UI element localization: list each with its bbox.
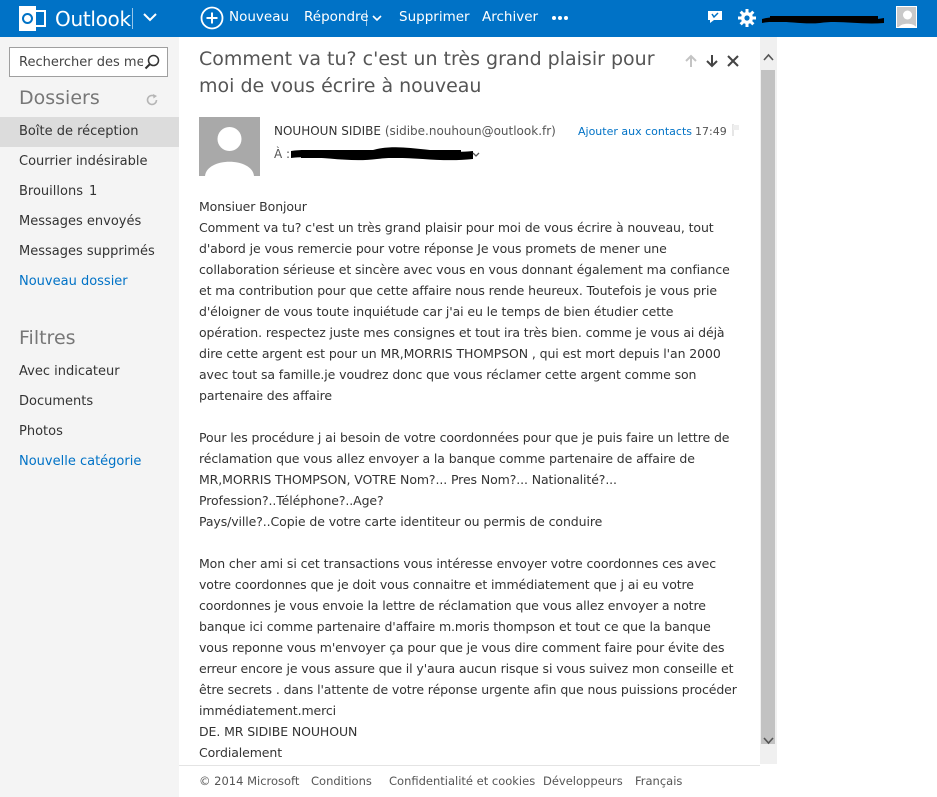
refresh-icon[interactable] bbox=[145, 93, 159, 107]
sidebar-item-documents[interactable]: Documents bbox=[0, 387, 179, 417]
copyright: © 2014 Microsoft bbox=[199, 774, 300, 788]
chevron-up-icon[interactable] bbox=[763, 53, 774, 61]
message-subject: Comment va tu? c'est un très grand plais… bbox=[199, 48, 655, 97]
search-input[interactable] bbox=[10, 48, 143, 76]
right-panel bbox=[777, 37, 937, 797]
user-avatar[interactable] bbox=[896, 6, 917, 28]
person-icon bbox=[898, 10, 916, 27]
sidebar-item-deleted[interactable]: Messages supprimés bbox=[0, 237, 179, 267]
close-icon[interactable] bbox=[727, 55, 739, 67]
scroll-thumb[interactable] bbox=[761, 70, 775, 744]
sender-name[interactable]: NOUHOUN SIDIBE bbox=[274, 124, 381, 138]
sidebar-item-drafts[interactable]: Brouillons 1 bbox=[0, 177, 179, 207]
outlook-logo[interactable]: Outlook bbox=[19, 5, 131, 32]
new-category-link[interactable]: Nouvelle catégorie bbox=[0, 447, 179, 477]
down-arrow-icon[interactable] bbox=[705, 54, 719, 68]
reading-pane: Comment va tu? c'est un très grand plais… bbox=[179, 37, 760, 797]
archive-button[interactable]: Archiver bbox=[482, 0, 538, 37]
top-bar: Outlook Nouveau Répondre Supprimer Archi… bbox=[0, 0, 937, 37]
drafts-count: 1 bbox=[88, 184, 98, 199]
sidebar-item-junk[interactable]: Courrier indésirable bbox=[0, 147, 179, 177]
add-to-contacts-link[interactable]: Ajouter aux contacts bbox=[578, 125, 692, 138]
divider bbox=[366, 10, 367, 26]
message-time: 17:49 bbox=[695, 125, 727, 138]
chat-icon[interactable] bbox=[706, 8, 724, 26]
divider bbox=[132, 8, 133, 29]
terms-link[interactable]: Conditions bbox=[311, 774, 372, 788]
sender-email: (sidibe.nouhoun@outlook.fr) bbox=[384, 124, 556, 138]
sidebar-item-photos[interactable]: Photos bbox=[0, 417, 179, 447]
message-body: Monsiuer Bonjour Comment va tu? c'est un… bbox=[199, 199, 737, 760]
search-box[interactable] bbox=[9, 47, 168, 77]
sidebar-item-flagged[interactable]: Avec indicateur bbox=[0, 357, 179, 387]
outlook-logo-icon bbox=[19, 6, 46, 31]
reply-button[interactable]: Répondre bbox=[304, 0, 369, 37]
redacted-username bbox=[762, 16, 884, 24]
brand-name: Outlook bbox=[55, 6, 131, 31]
redacted-recipients bbox=[291, 147, 473, 161]
flag-icon[interactable] bbox=[731, 123, 741, 137]
chevron-down-icon[interactable] bbox=[371, 12, 383, 24]
scrollbar[interactable] bbox=[760, 37, 777, 764]
sender-line: NOUHOUN SIDIBE (sidibe.nouhoun@outlook.f… bbox=[274, 124, 556, 138]
developers-link[interactable]: Développeurs bbox=[543, 774, 623, 788]
search-icon[interactable] bbox=[144, 54, 160, 70]
sidebar: Dossiers Boîte de réception Courrier ind… bbox=[0, 37, 179, 797]
more-icon[interactable] bbox=[551, 15, 569, 21]
plus-circle-icon[interactable] bbox=[200, 6, 224, 30]
chevron-down-icon[interactable] bbox=[472, 151, 480, 159]
person-icon bbox=[205, 127, 254, 176]
up-arrow-icon[interactable] bbox=[684, 54, 698, 68]
chevron-down-icon[interactable] bbox=[763, 737, 774, 745]
chevron-down-icon[interactable] bbox=[141, 8, 159, 26]
footer: © 2014 Microsoft Conditions Confidential… bbox=[179, 765, 760, 797]
new-button[interactable]: Nouveau bbox=[229, 0, 289, 37]
privacy-link[interactable]: Confidentialité et cookies bbox=[389, 774, 535, 788]
sidebar-item-inbox[interactable]: Boîte de réception bbox=[0, 117, 179, 147]
sidebar-item-sent[interactable]: Messages envoyés bbox=[0, 207, 179, 237]
sender-avatar bbox=[199, 117, 260, 176]
language-link[interactable]: Français bbox=[635, 774, 682, 788]
new-folder-link[interactable]: Nouveau dossier bbox=[0, 267, 179, 297]
gear-icon[interactable] bbox=[737, 8, 757, 28]
folders-title: Dossiers bbox=[19, 87, 100, 109]
filters-title: Filtres bbox=[19, 327, 76, 349]
delete-button[interactable]: Supprimer bbox=[399, 0, 470, 37]
